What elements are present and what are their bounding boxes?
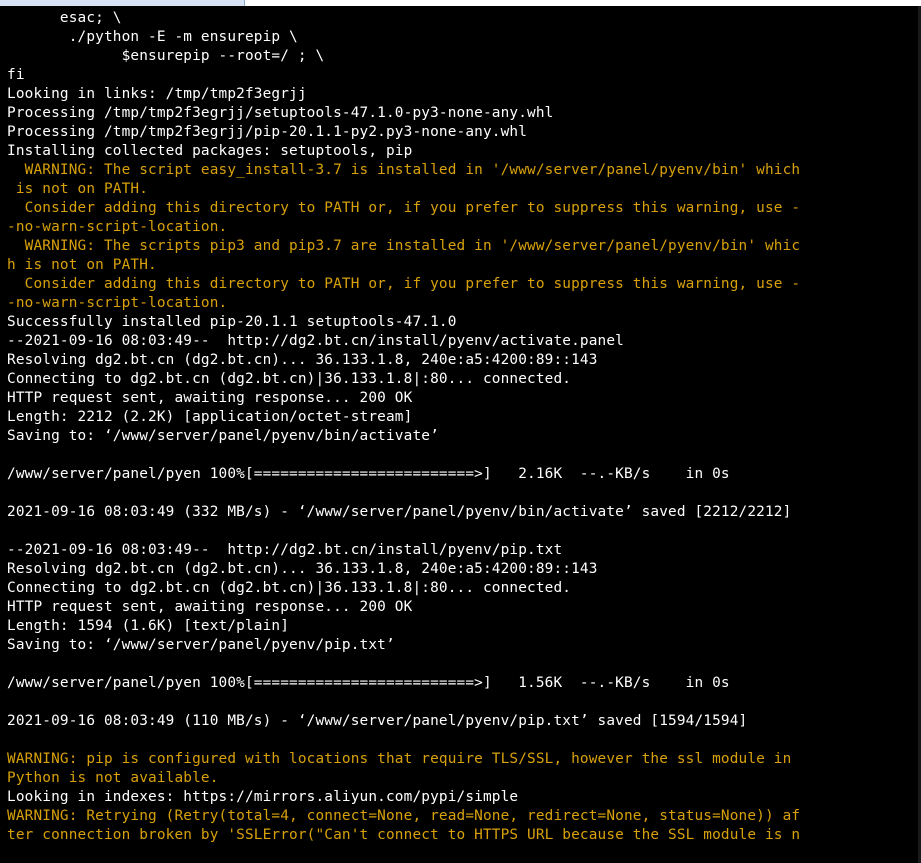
terminal-line: Resolving dg2.bt.cn (dg2.bt.cn)... 36.13… xyxy=(7,561,598,577)
terminal-line: Length: 2212 (2.2K) [application/octet-s… xyxy=(7,409,413,425)
terminal-warning-line: WARNING: pip is configured with location… xyxy=(7,751,792,767)
terminal-warning-line: Consider adding this directory to PATH o… xyxy=(7,200,801,216)
terminal-line: Saving to: ‘/www/server/panel/pyenv/bin/… xyxy=(7,428,439,444)
terminal-warning-line: WARNING: Retrying (Retry(total=4, connec… xyxy=(7,808,801,824)
terminal-warning-line: Python is not available. xyxy=(7,770,219,786)
terminal-warning-line: ter connection broken by 'SSLError("Can'… xyxy=(7,827,801,843)
terminal-line: fi xyxy=(7,67,25,83)
terminal-line: /www/server/panel/pyen 100%[============… xyxy=(7,675,730,691)
terminal-warning-line: Consider adding this directory to PATH o… xyxy=(7,276,801,292)
terminal-line: Looking in links: /tmp/tmp2f3egrjj xyxy=(7,86,307,102)
terminal-line: Installing collected packages: setuptool… xyxy=(7,143,413,159)
terminal-warning-line: is not on PATH. xyxy=(7,181,149,197)
terminal-line: --2021-09-16 08:03:49-- http://dg2.bt.cn… xyxy=(7,333,624,349)
terminal-line: HTTP request sent, awaiting response... … xyxy=(7,390,413,406)
terminal-line: Length: 1594 (1.6K) [text/plain] xyxy=(7,618,290,634)
terminal-line: Resolving dg2.bt.cn (dg2.bt.cn)... 36.13… xyxy=(7,352,598,368)
terminal-line: --2021-09-16 08:03:49-- http://dg2.bt.cn… xyxy=(7,542,563,558)
terminal-warning-line: WARNING: The script easy_install-3.7 is … xyxy=(7,162,801,178)
terminal-line: Saving to: ‘/www/server/panel/pyenv/pip.… xyxy=(7,637,395,653)
terminal-line: Processing /tmp/tmp2f3egrjj/setuptools-4… xyxy=(7,105,554,121)
terminal-warning-line: WARNING: The scripts pip3 and pip3.7 are… xyxy=(7,238,801,254)
terminal-warning-line: h is not on PATH. xyxy=(7,257,157,273)
terminal-line: $ensurepip --root=/ ; \ xyxy=(7,48,325,64)
terminal-line: Connecting to dg2.bt.cn (dg2.bt.cn)|36.1… xyxy=(7,580,572,596)
terminal-line: Processing /tmp/tmp2f3egrjj/pip-20.1.1-p… xyxy=(7,124,528,140)
terminal-output[interactable]: esac; \ ./python -E -m ensurepip \ $ensu… xyxy=(0,6,921,863)
terminal-line: 2021-09-16 08:03:49 (110 MB/s) - ‘/www/s… xyxy=(7,713,748,729)
terminal-warning-line: -no-warn-script-location. xyxy=(7,219,228,235)
terminal-line: Connecting to dg2.bt.cn (dg2.bt.cn)|36.1… xyxy=(7,371,572,387)
terminal-line: ./python -E -m ensurepip \ xyxy=(7,29,298,45)
terminal-line: Looking in indexes: https://mirrors.aliy… xyxy=(7,789,519,805)
terminal-warning-line: -no-warn-script-location. xyxy=(7,295,228,311)
terminal-line: 2021-09-16 08:03:49 (332 MB/s) - ‘/www/s… xyxy=(7,504,792,520)
terminal-line: /www/server/panel/pyen 100%[============… xyxy=(7,466,730,482)
terminal-line: Successfully installed pip-20.1.1 setupt… xyxy=(7,314,457,330)
terminal-line: esac; \ xyxy=(7,10,122,26)
terminal-line: HTTP request sent, awaiting response... … xyxy=(7,599,413,615)
